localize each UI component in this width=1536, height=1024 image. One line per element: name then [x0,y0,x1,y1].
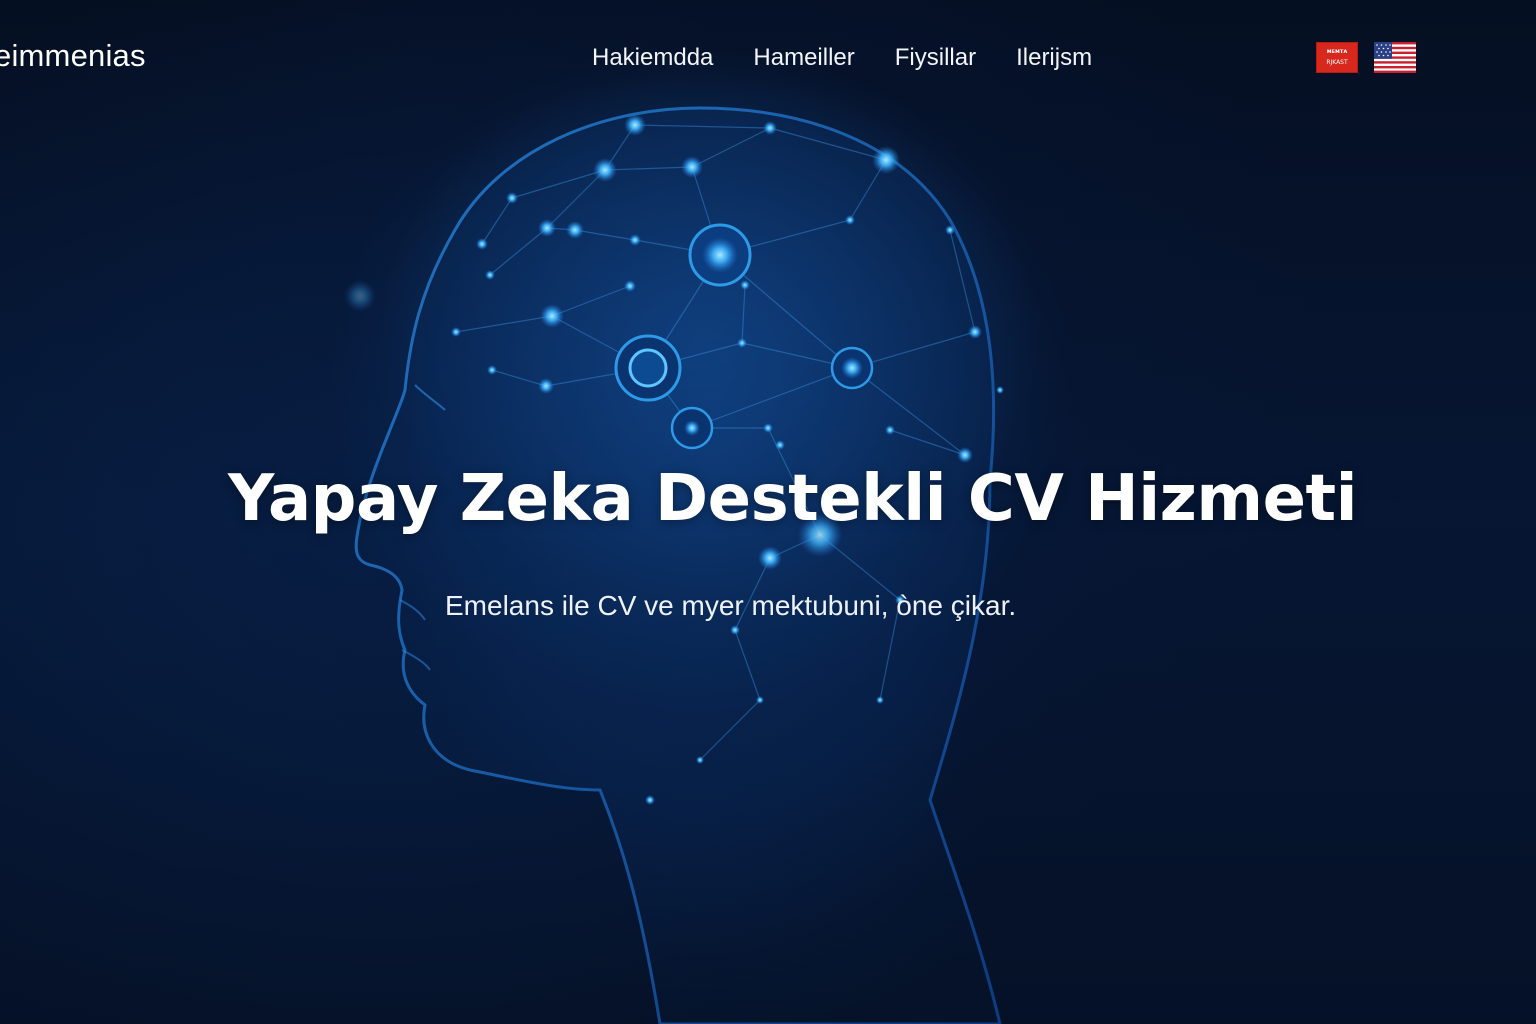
brand-logo[interactable]: eimmenias [0,38,146,74]
hero-title: Yapay Zeka Destekli CV Hizmeti [228,462,1358,536]
main-nav: Hakiemdda Hameiller Fiysillar Ilerijsm [592,44,1092,72]
nav-item-fiysillar[interactable]: Fiysillar [895,44,976,72]
language-switcher: ᴍᴇᴍᴛᴀ RJKASТ [1316,42,1416,73]
hero-subtitle: Emelans ile CV ve myer mektubuni, òne çi… [445,590,1017,621]
nav-item-ilerijsm[interactable]: Ilerijsm [1016,44,1092,72]
us-flag-icon[interactable] [1374,42,1416,73]
nav-item-hameiller[interactable]: Hameiller [753,44,854,72]
turkish-flag-icon[interactable]: ᴍᴇᴍᴛᴀ RJKASТ [1316,42,1358,73]
turkish-flag-text-bottom: RJKASТ [1326,59,1348,66]
landing-page: eimmenias Hakiemdda Hameiller Fiysillar … [0,0,1536,1024]
turkish-flag-text-top: ᴍᴇᴍᴛᴀ [1326,48,1348,55]
site-header: eimmenias Hakiemdda Hameiller Fiysillar … [0,0,1536,120]
nav-item-hakiemdda[interactable]: Hakiemdda [592,44,713,72]
